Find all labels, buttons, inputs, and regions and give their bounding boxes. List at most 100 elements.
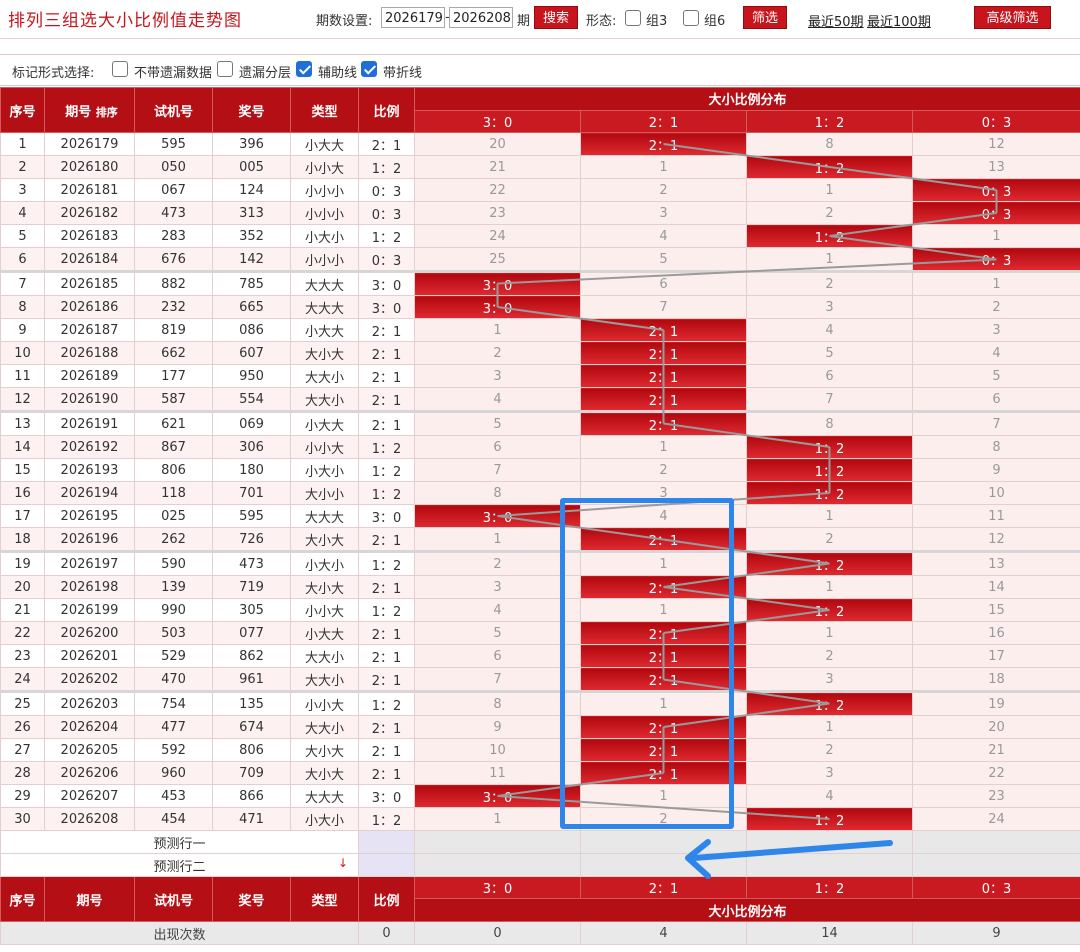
cell-test: 232 [134,295,213,319]
predict-cell[interactable] [911,853,1080,877]
cell-period: 2026190 [44,387,135,413]
dist-hit-cell: 2：1 [580,411,747,436]
header-period-label: 期号 [65,104,92,120]
dist-miss-cell: 1 [580,598,747,622]
predict-cell[interactable] [580,853,747,877]
cell-period: 2026184 [44,247,135,273]
cell-prize: 862 [212,644,291,668]
zu6-checkbox[interactable] [683,10,699,26]
table-row: 1 2026179 595 396 小大大 2：1 20 2：1 8 12 [0,132,1080,156]
header-test: 试机号 [134,87,213,133]
dist-miss-cell: 12 [911,132,1080,156]
cell-seq: 19 [0,551,45,576]
cell-ratio: 2：1 [358,341,415,365]
cell-test: 867 [134,435,213,459]
cell-test: 454 [134,807,213,831]
cell-test: 025 [134,504,213,528]
predict-cell[interactable] [746,853,913,877]
dist-hit-cell: 1：2 [746,155,913,179]
advanced-filter-button[interactable]: 高级筛选 [974,6,1051,29]
cell-seq: 18 [0,527,45,553]
arrow-down-icon[interactable]: ↓ [338,856,348,870]
predict-row-2: 预测行二 ↓ [0,853,359,877]
option-checkbox-missing-layer[interactable] [217,61,233,77]
dist-miss-cell: 4 [414,387,581,413]
cell-seq: 9 [0,318,45,342]
period-suffix: 期 [517,14,531,29]
dist-hit-cell: 2：1 [580,715,747,739]
option-checkbox-aux-line[interactable] [296,61,312,77]
cell-type: 小大大 [290,411,359,436]
cell-period: 2026205 [44,738,135,762]
dist-miss-cell: 10 [414,738,581,762]
cell-ratio: 3：0 [358,271,415,296]
cell-type: 小小小 [290,201,359,225]
cell-test: 806 [134,458,213,482]
predict-cell[interactable] [414,853,581,877]
dist-hit-cell: 1：2 [746,481,913,505]
footer-seq: 序号 [0,876,45,922]
cell-test: 590 [134,551,213,576]
dist-miss-cell: 25 [414,247,581,273]
dist-miss-cell: 1 [580,435,747,459]
option-checkbox-polyline[interactable] [361,61,377,77]
cell-type: 大大大 [290,504,359,528]
search-button[interactable]: 搜索 [534,6,578,29]
recent50-link[interactable]: 最近50期 [808,11,864,30]
cell-period: 2026201 [44,644,135,668]
zu6-label: 组6 [704,14,726,29]
table-row: 29 2026207 453 866 大大大 3：0 3：0 1 4 23 [0,784,1080,808]
cell-prize: 135 [212,691,291,716]
option-label-no-missing: 不带遗漏数据 [134,66,213,81]
header-period[interactable]: 期号 排序 [44,87,135,133]
predict-cell[interactable] [911,830,1080,854]
sort-icon[interactable]: 排序 [96,107,118,118]
cell-prize: 665 [212,295,291,319]
filter-button[interactable]: 筛选 [743,6,787,29]
dist-miss-cell: 1 [746,575,913,599]
table-row: 21 2026199 990 305 小小大 1：2 4 1 1：2 15 [0,598,1080,622]
dist-miss-cell: 4 [580,504,747,528]
table-row: 25 2026203 754 135 小小大 1：2 8 1 1：2 19 [0,691,1080,716]
cell-prize: 950 [212,364,291,388]
cell-seq: 6 [0,247,45,273]
dist-miss-cell: 5 [580,247,747,273]
table-row: 11 2026189 177 950 大大小 2：1 3 2：1 6 5 [0,364,1080,388]
predict-cell[interactable] [580,830,747,854]
dist-miss-cell: 7 [414,458,581,482]
zu3-checkbox[interactable] [625,10,641,26]
footer-type: 类型 [290,876,359,922]
cell-seq: 23 [0,644,45,668]
header-dist-col: 2：1 [580,109,747,133]
cell-test: 470 [134,667,213,693]
cell-ratio: 1：2 [358,155,415,179]
cell-ratio: 2：1 [358,575,415,599]
table-row: 26 2026204 477 674 大大小 2：1 9 2：1 1 20 [0,715,1080,739]
recent100-link[interactable]: 最近100期 [867,11,931,30]
option-checkbox-no-missing[interactable] [112,61,128,77]
cell-type: 小小大 [290,435,359,459]
dist-miss-cell: 22 [414,178,581,202]
period-to-input[interactable]: 2026208 [449,7,513,28]
cell-prize: 785 [212,271,291,296]
cell-ratio: 1：2 [358,551,415,576]
dist-miss-cell: 17 [911,644,1080,668]
cell-ratio: 3：0 [358,295,415,319]
dist-miss-cell: 8 [414,691,581,716]
footer-dist-col: 2：1 [580,876,747,899]
dist-miss-cell: 4 [911,341,1080,365]
predict-cell[interactable] [414,830,581,854]
period-from-input[interactable]: 2026179 [381,7,445,28]
predict-cell[interactable] [746,830,913,854]
predict-cell [358,853,415,877]
dist-miss-cell: 5 [911,364,1080,388]
cell-prize: 726 [212,527,291,553]
cell-ratio: 2：1 [358,411,415,436]
dist-miss-cell: 1 [746,178,913,202]
cell-period: 2026207 [44,784,135,808]
cell-test: 882 [134,271,213,296]
dist-miss-cell: 6 [414,644,581,668]
dist-hit-cell: 1：2 [746,691,913,716]
cell-ratio: 2：1 [358,387,415,413]
table-row: 22 2026200 503 077 小大大 2：1 5 2：1 1 16 [0,621,1080,645]
